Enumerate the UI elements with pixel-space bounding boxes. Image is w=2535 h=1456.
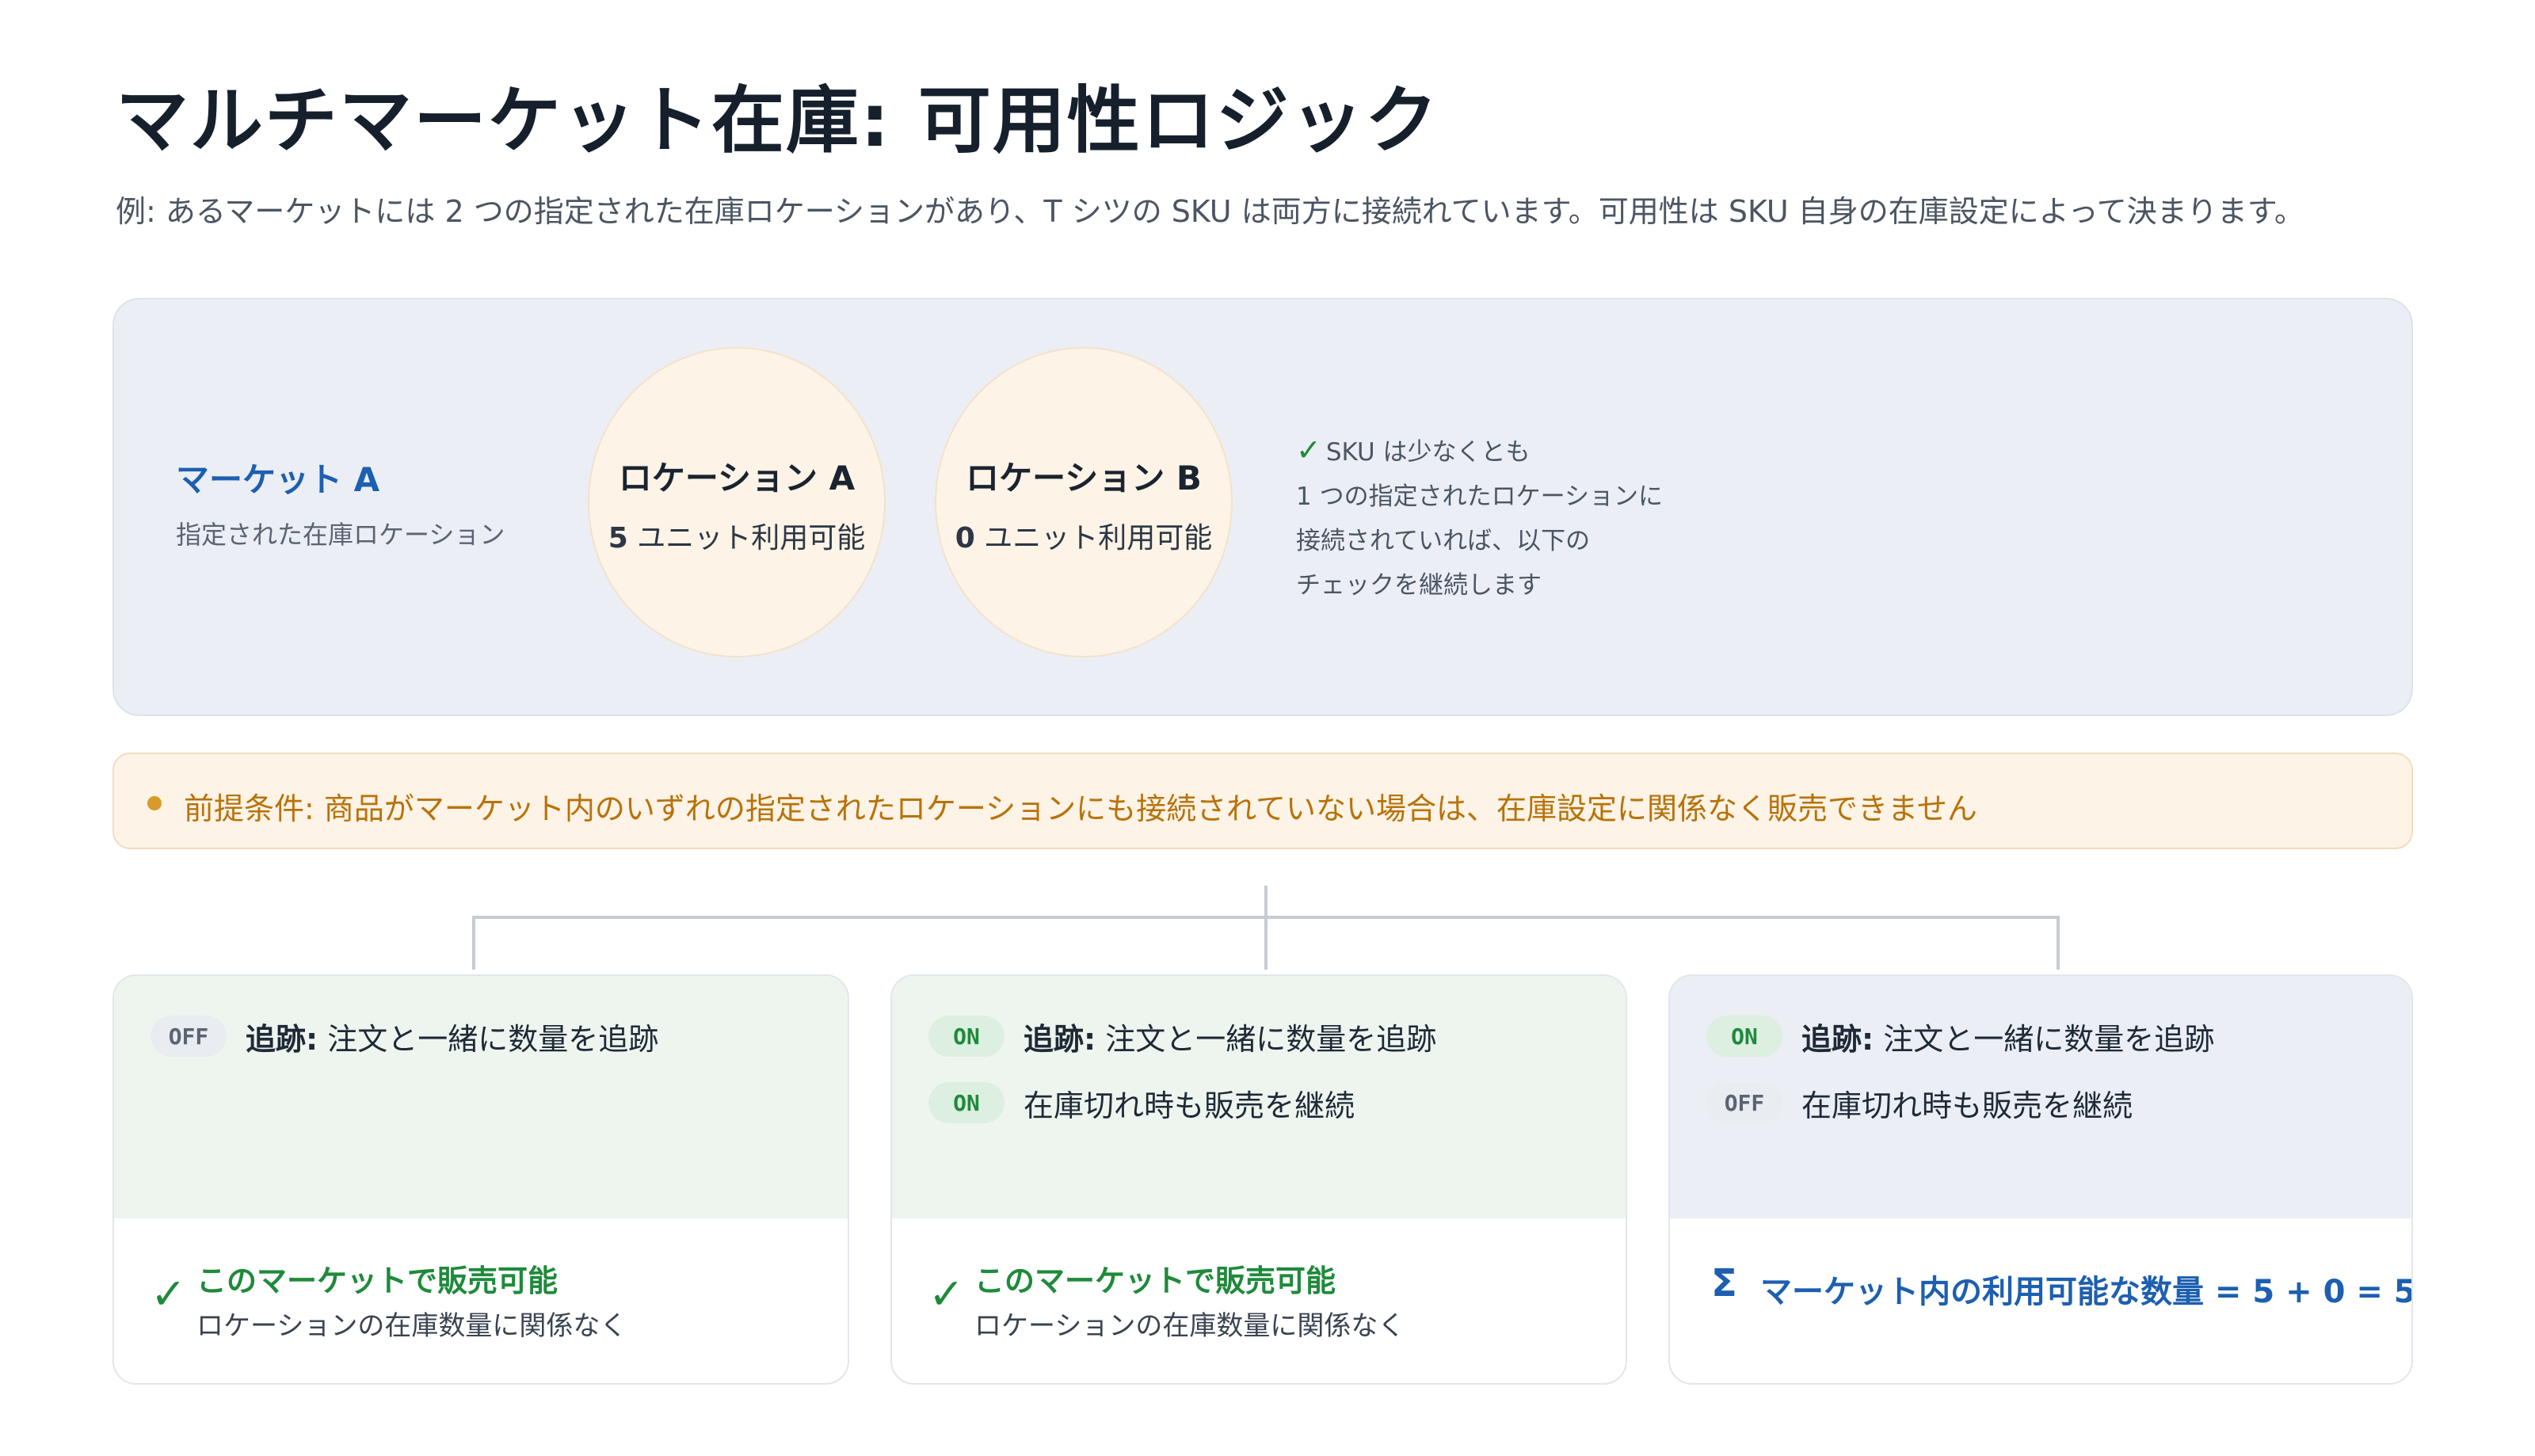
available-quantity-sum: マーケット内の利用可能な数量 = 5 + 0 = 5 — [1760, 1274, 2413, 1310]
connector-left-drop — [472, 916, 475, 970]
note-line-2: 1 つの指定されたロケーションに — [1296, 482, 1663, 511]
toggle-state-badge: ON — [1706, 1016, 1782, 1057]
page-title: マルチマーケット在庫: 可用性ロジック — [116, 78, 1439, 163]
scenario-card-continue-selling: ON 追跡: 注文と一緒に数量を追跡 ON 在庫切れ時も販売を継続 ✓ このマー… — [890, 974, 1627, 1385]
prerequisite-text: 前提条件: 商品がマーケット内のいずれの指定されたロケーションにも接続されていな… — [184, 791, 1977, 826]
sigma-icon: Σ — [1711, 1261, 1737, 1305]
sku-connection-note: ✓ SKU は少なくとも 1 つの指定されたロケーションに 接続されていれば、以下… — [1296, 428, 1663, 608]
connector-right-drop — [2057, 916, 2060, 970]
card-settings: ON 追跡: 注文と一緒に数量を追跡 ON 在庫切れ時も販売を継続 — [892, 976, 1626, 1218]
note-line-3: 接続されていれば、以下の — [1296, 527, 1591, 555]
check-icon: ✓ — [151, 1269, 187, 1319]
setting-label-bold: 追跡: — [1801, 1021, 1874, 1057]
scenario-card-untracked: OFF 追跡: 注文と一緒に数量を追跡 ✓ このマーケットで販売可能 ロケーショ… — [112, 974, 849, 1385]
scenario-card-tracked: ON 追跡: 注文と一緒に数量を追跡 OFF 在庫切れ時も販売を継続 Σ マーケ… — [1668, 974, 2413, 1385]
note-text-1: SKU は少なくとも — [1325, 438, 1531, 467]
bullet-icon — [147, 796, 162, 810]
result-title: このマーケットで販売可能 — [974, 1264, 1336, 1298]
setting-row: OFF 追跡: 注文と一緒に数量を追跡 — [151, 1012, 658, 1060]
setting-label: 追跡: 注文と一緒に数量を追跡 — [1024, 1015, 1436, 1058]
location-units: 0 ユニット利用可能 — [936, 515, 1231, 556]
location-name: ロケーション B — [966, 459, 1202, 497]
setting-label-bold: 追跡: — [1024, 1021, 1096, 1057]
note-line-1: ✓ SKU は少なくとも — [1296, 428, 1663, 475]
page-subtitle: 例: あるマーケットには 2 つの指定された在庫ロケーションがあり、T シツの … — [116, 194, 2304, 229]
toggle-state-badge: ON — [928, 1016, 1004, 1057]
location-units-value: 0 — [955, 522, 975, 555]
setting-label-bold: 追跡: — [246, 1021, 318, 1057]
location-b-node: ロケーション B 0 ユニット利用可能 — [935, 347, 1233, 657]
market-subtitle: 指定された在庫ロケーション — [176, 520, 505, 550]
setting-label: 追跡: 注文と一緒に数量を追跡 — [1801, 1015, 2214, 1058]
connector-horizontal — [472, 916, 2060, 919]
toggle-state-badge: OFF — [151, 1016, 227, 1057]
result-title: このマーケットで販売可能 — [196, 1264, 558, 1298]
setting-label-text: 注文と一緒に数量を追跡 — [1096, 1021, 1437, 1057]
setting-label: 在庫切れ時も販売を継続 — [1024, 1088, 1355, 1123]
location-units-label: ユニット利用可能 — [984, 522, 1213, 555]
setting-label-text: 注文と一緒に数量を追跡 — [1874, 1021, 2215, 1057]
location-units-label: ユニット利用可能 — [637, 522, 866, 555]
check-icon: ✓ — [928, 1269, 965, 1319]
location-units-value: 5 — [608, 522, 628, 555]
setting-row: ON 追跡: 注文と一緒に数量を追跡 — [928, 1012, 1436, 1060]
location-units: 5 ユニット利用可能 — [589, 515, 884, 556]
result-subtitle: ロケーションの在庫数量に関係なく — [196, 1310, 627, 1342]
location-a-node: ロケーション A 5 ユニット利用可能 — [588, 347, 886, 657]
setting-label: 在庫切れ時も販売を継続 — [1801, 1088, 2133, 1123]
note-line-4: チェックを継続します — [1296, 571, 1542, 600]
toggle-state-badge: ON — [928, 1082, 1004, 1123]
connector-stem — [1264, 886, 1268, 970]
page: マルチマーケット在庫: 可用性ロジック 例: あるマーケットには 2 つの指定さ… — [0, 0, 2535, 1456]
card-settings: ON 追跡: 注文と一緒に数量を追跡 OFF 在庫切れ時も販売を継続 — [1670, 976, 2411, 1218]
setting-row: OFF 在庫切れ時も販売を継続 — [1706, 1079, 2133, 1126]
location-name: ロケーション A — [618, 459, 856, 497]
toggle-state-badge: OFF — [1706, 1082, 1782, 1123]
setting-row: ON 在庫切れ時も販売を継続 — [928, 1079, 1355, 1126]
setting-label-text: 注文と一緒に数量を追跡 — [318, 1021, 659, 1057]
card-settings: OFF 追跡: 注文と一緒に数量を追跡 — [114, 976, 848, 1218]
market-panel — [112, 298, 2413, 716]
market-name: マーケット A — [176, 460, 380, 499]
setting-row: ON 追跡: 注文と一緒に数量を追跡 — [1706, 1012, 2214, 1060]
check-icon: ✓ — [1296, 433, 1321, 467]
result-subtitle: ロケーションの在庫数量に関係なく — [974, 1310, 1405, 1342]
setting-label: 追跡: 注文と一緒に数量を追跡 — [246, 1015, 658, 1058]
